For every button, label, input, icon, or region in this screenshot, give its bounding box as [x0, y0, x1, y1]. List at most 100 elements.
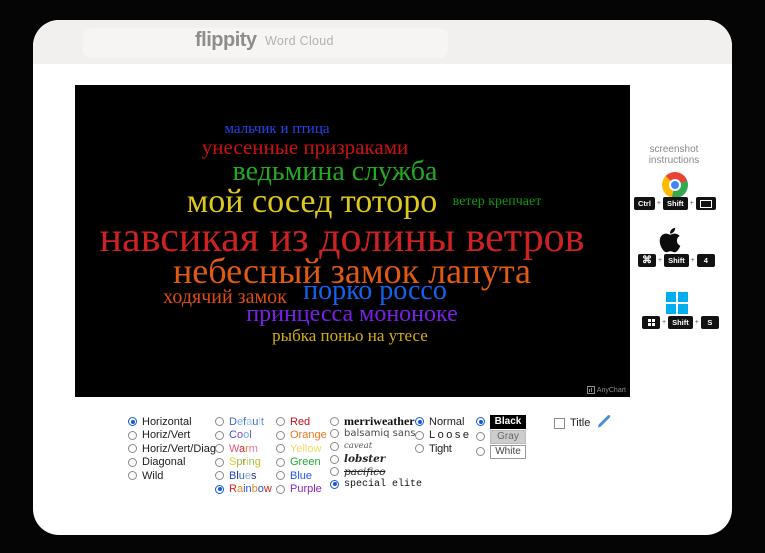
flippity-logo[interactable]: flippity — [195, 29, 257, 52]
keycap: Shift — [663, 197, 688, 210]
keycap — [642, 316, 660, 329]
radio-icon[interactable] — [276, 484, 285, 494]
wordcloud-word[interactable]: ведьмина служба — [233, 158, 438, 186]
option-green[interactable]: Green — [276, 456, 327, 470]
option-rainbow[interactable]: Rainbow — [215, 483, 272, 497]
anychart-label: AnyChart — [596, 386, 626, 394]
option-label: Gray — [490, 429, 526, 444]
keycap — [695, 197, 716, 210]
option-red[interactable]: Red — [276, 415, 327, 429]
wordcloud-word[interactable]: принцесса мононоке — [246, 302, 457, 326]
radio-icon[interactable] — [476, 432, 485, 441]
radio-icon[interactable] — [128, 430, 137, 440]
radio-icon[interactable] — [128, 444, 137, 454]
radio-icon[interactable] — [128, 457, 137, 467]
option-horiz-vert-diag[interactable]: Horiz/Vert/Diag — [128, 442, 216, 456]
plus-separator: + — [656, 200, 662, 207]
option-cool[interactable]: Cool — [215, 429, 272, 443]
radio-icon[interactable] — [276, 444, 285, 454]
option-tight[interactable]: Tight — [415, 442, 471, 456]
option-label: Tight — [429, 442, 452, 455]
option-blues[interactable]: Blues — [215, 469, 272, 483]
radio-icon[interactable] — [276, 417, 285, 427]
radio-icon[interactable] — [330, 416, 339, 426]
radio-icon[interactable] — [476, 417, 485, 426]
radio-icon[interactable] — [215, 444, 224, 454]
option-warm[interactable]: Warm — [215, 442, 272, 456]
option-label: Rainbow — [229, 483, 272, 495]
option-label: Spring — [229, 456, 261, 468]
option-letter: R — [229, 483, 237, 496]
radio-icon[interactable] — [215, 457, 224, 467]
radio-icon[interactable] — [415, 417, 424, 427]
radio-icon[interactable] — [415, 444, 424, 454]
option-spring[interactable]: Spring — [215, 456, 272, 470]
radio-icon[interactable] — [415, 430, 424, 440]
option-label: merriweather — [344, 413, 415, 428]
radio-icon[interactable] — [330, 429, 339, 439]
anychart-watermark[interactable]: AnyChart — [586, 386, 626, 394]
radio-icon[interactable] — [330, 467, 339, 477]
keycap: Ctrl — [634, 197, 655, 210]
title-checkbox[interactable]: Title — [554, 417, 590, 429]
option-horiz-vert[interactable]: Horiz/Vert — [128, 429, 216, 443]
radio-icon[interactable] — [215, 430, 224, 440]
option-wild[interactable]: Wild — [128, 469, 216, 483]
option-label: Yellow — [290, 442, 322, 455]
option-orange[interactable]: Orange — [276, 429, 327, 443]
radio-icon[interactable] — [128, 417, 137, 427]
option-horizontal[interactable]: Horizontal — [128, 415, 216, 429]
wordcloud-word[interactable]: рыбка поньо на утесе — [272, 327, 428, 344]
keycap: S — [700, 316, 719, 329]
radio-icon[interactable] — [215, 417, 224, 427]
radio-icon[interactable] — [128, 471, 137, 481]
option-black[interactable]: Black — [476, 414, 526, 429]
windows-key-icon — [647, 319, 655, 326]
option-letter: w — [263, 483, 272, 496]
option-merriweather[interactable]: merriweather — [330, 413, 422, 428]
pencil-icon[interactable] — [596, 414, 611, 434]
radio-icon[interactable] — [330, 479, 339, 489]
option-default[interactable]: Default — [215, 415, 272, 429]
keycap: Shift — [668, 316, 693, 329]
option-label: pacifico — [344, 465, 386, 478]
radio-icon[interactable] — [276, 471, 285, 481]
option-loose[interactable]: Loose — [415, 429, 471, 443]
radio-icon[interactable] — [330, 454, 339, 464]
option-lobster[interactable]: lobster — [330, 453, 422, 466]
option-pacifico[interactable]: pacifico — [330, 465, 422, 478]
option-special-elite[interactable]: special elite — [330, 478, 422, 491]
wordcloud-word[interactable]: унесенные призраками — [202, 137, 408, 158]
wordcloud-word[interactable]: мой сосед тоторо — [187, 185, 437, 219]
option-label: Purple — [290, 483, 322, 496]
option-caveat[interactable]: caveat — [330, 440, 422, 453]
option-letter: W — [229, 442, 239, 455]
checkbox-icon[interactable] — [554, 417, 565, 429]
plus-separator: + — [662, 319, 667, 326]
option-blue[interactable]: Blue — [276, 469, 327, 483]
option-letter: l — [249, 429, 252, 442]
wordcloud-word[interactable]: ветер крепчает — [453, 195, 542, 209]
radio-icon[interactable] — [330, 441, 339, 451]
plus-separator: + — [658, 257, 663, 264]
option-diagonal[interactable]: Diagonal — [128, 456, 216, 470]
option-yellow[interactable]: Yellow — [276, 442, 327, 456]
option-balsamiq-sans[interactable]: balsamiq sans — [330, 428, 422, 441]
anychart-icon — [586, 386, 595, 394]
option-normal[interactable]: Normal — [415, 415, 471, 429]
radio-icon[interactable] — [215, 471, 224, 481]
option-label: Loose — [429, 429, 472, 442]
radio-icon[interactable] — [276, 430, 285, 440]
plus-separator: + — [694, 319, 699, 326]
radio-icon[interactable] — [276, 457, 285, 467]
radio-icon[interactable] — [476, 447, 485, 456]
option-label: Normal — [429, 415, 465, 428]
option-gray[interactable]: Gray — [476, 429, 526, 444]
chrome-shortcut-keys: Ctrl + Shift + — [634, 197, 716, 210]
option-letter: s — [251, 469, 257, 482]
option-label: Orange — [290, 429, 327, 442]
option-purple[interactable]: Purple — [276, 483, 327, 497]
app-header: flippity Word Cloud — [33, 20, 732, 64]
radio-icon[interactable] — [215, 484, 224, 494]
option-white[interactable]: White — [476, 444, 526, 459]
